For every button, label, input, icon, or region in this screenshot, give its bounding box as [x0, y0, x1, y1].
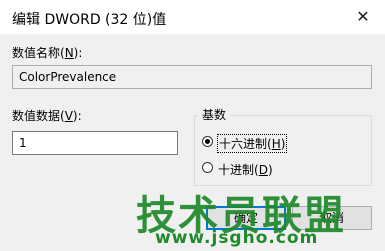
close-button[interactable]: ✕ — [341, 0, 385, 34]
radio-dec-indicator[interactable] — [202, 162, 213, 173]
value-data-label: 数值数据(V): — [12, 109, 82, 123]
value-name-field[interactable]: ColorPrevalence — [12, 65, 372, 89]
title-bar[interactable]: 编辑 DWORD (32 位)值 ✕ — [0, 0, 385, 34]
dialog-title: 编辑 DWORD (32 位)值 — [12, 12, 167, 28]
value-data-field[interactable]: 1 — [12, 131, 178, 155]
radio-hex-indicator[interactable] — [202, 136, 213, 147]
watermark-url: www.jsgho.com — [155, 228, 319, 248]
radio-dec-label[interactable]: 十进制(D) — [218, 161, 273, 178]
base-group-title: 基数 — [198, 106, 231, 123]
radio-hex-label[interactable]: 十六进制(H) — [216, 134, 288, 153]
value-name-label: 数值名称(N): — [12, 46, 83, 60]
edit-dword-dialog: 编辑 DWORD (32 位)值 ✕ 数值名称(N): ColorPrevale… — [0, 0, 385, 251]
